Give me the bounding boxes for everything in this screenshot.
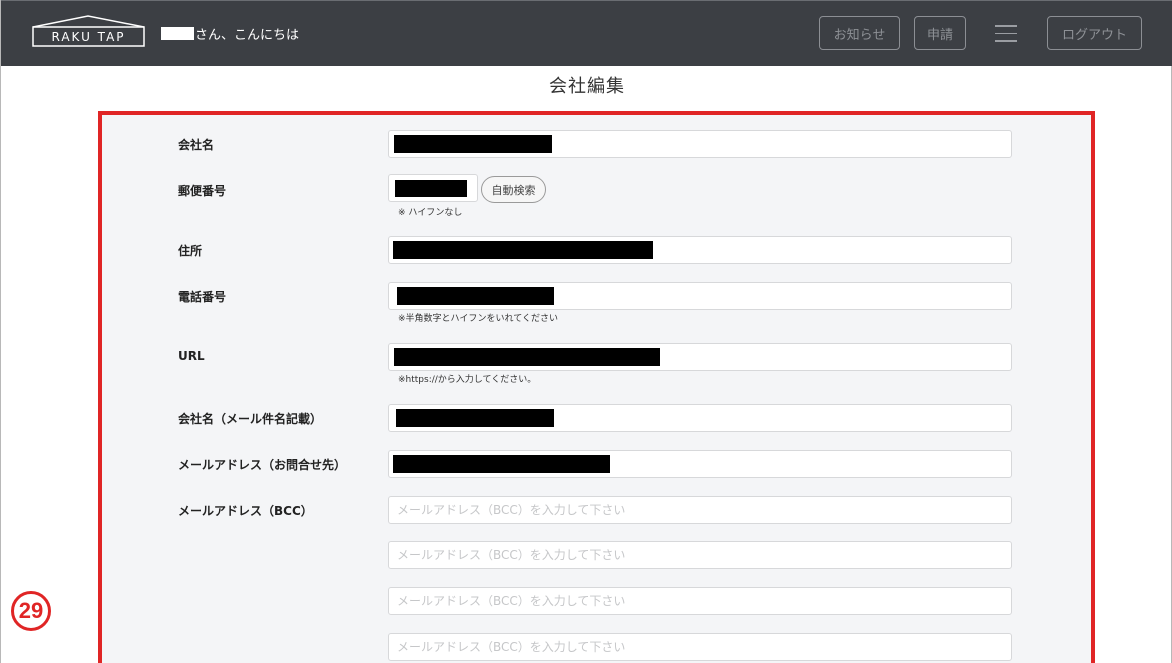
phone-note: ※半角数字とハイフンをいれてください: [398, 314, 559, 324]
phone-field[interactable]: [388, 282, 1012, 310]
page: RAKU TAP さん、こんにちは お知らせ 申請 ログアウト 会社編集 会社名…: [0, 0, 1172, 663]
company-name-field[interactable]: [388, 130, 1012, 158]
greeting: さん、こんにちは: [161, 24, 300, 43]
contact-email-label: メールアドレス（お問合せ先）: [178, 458, 347, 472]
mail-company-name-label: 会社名（メール件名記載）: [178, 412, 323, 426]
company-edit-form: 会社名 郵便番号 自動検索 ※ ハイフンなし 住所 電話番号 ※半角数字とハイフ…: [98, 111, 1095, 663]
mail-company-name-field[interactable]: [388, 404, 1012, 432]
page-title: 会社編集: [549, 76, 625, 97]
redacted-username: [161, 26, 194, 40]
url-label: URL: [178, 349, 205, 363]
contact-email-field[interactable]: [388, 450, 1012, 478]
logout-button[interactable]: ログアウト: [1047, 16, 1142, 50]
hamburger-menu-icon[interactable]: [995, 25, 1017, 42]
redacted-value: [395, 180, 467, 197]
greeting-text: さん、こんにちは: [195, 27, 300, 43]
bcc-email-field-4[interactable]: [388, 633, 1012, 661]
company-name-label: 会社名: [178, 138, 215, 152]
bcc-email-input[interactable]: [389, 542, 1011, 568]
url-field[interactable]: [388, 343, 1012, 371]
raku-tap-logo[interactable]: RAKU TAP: [29, 15, 148, 48]
postal-code-field[interactable]: [388, 174, 478, 202]
redacted-value: [394, 348, 660, 366]
redacted-value: [396, 409, 554, 427]
bcc-email-input[interactable]: [389, 497, 1011, 523]
redacted-value: [393, 455, 610, 473]
bcc-email-field-2[interactable]: [388, 541, 1012, 569]
redacted-value: [397, 287, 554, 305]
bcc-email-input[interactable]: [389, 634, 1011, 660]
logo-text: RAKU TAP: [51, 30, 125, 44]
bcc-email-input[interactable]: [389, 588, 1011, 614]
postal-code-label: 郵便番号: [178, 184, 227, 198]
address-field[interactable]: [388, 236, 1012, 264]
postal-auto-search-button[interactable]: 自動検索: [481, 176, 546, 203]
bcc-email-field-1[interactable]: [388, 496, 1012, 524]
news-button[interactable]: お知らせ: [819, 16, 900, 50]
url-note: ※https://から入力してください。: [398, 375, 537, 385]
redacted-value: [393, 241, 653, 259]
phone-label: 電話番号: [178, 290, 227, 304]
redacted-value: [394, 135, 552, 153]
apply-button[interactable]: 申請: [914, 16, 966, 50]
bcc-email-label: メールアドレス（BCC）: [178, 504, 313, 518]
step-number-badge: 29: [11, 591, 51, 631]
bcc-email-field-3[interactable]: [388, 587, 1012, 615]
address-label: 住所: [178, 244, 203, 258]
postal-note: ※ ハイフンなし: [398, 208, 463, 218]
top-header: RAKU TAP さん、こんにちは お知らせ 申請 ログアウト: [1, 0, 1172, 66]
